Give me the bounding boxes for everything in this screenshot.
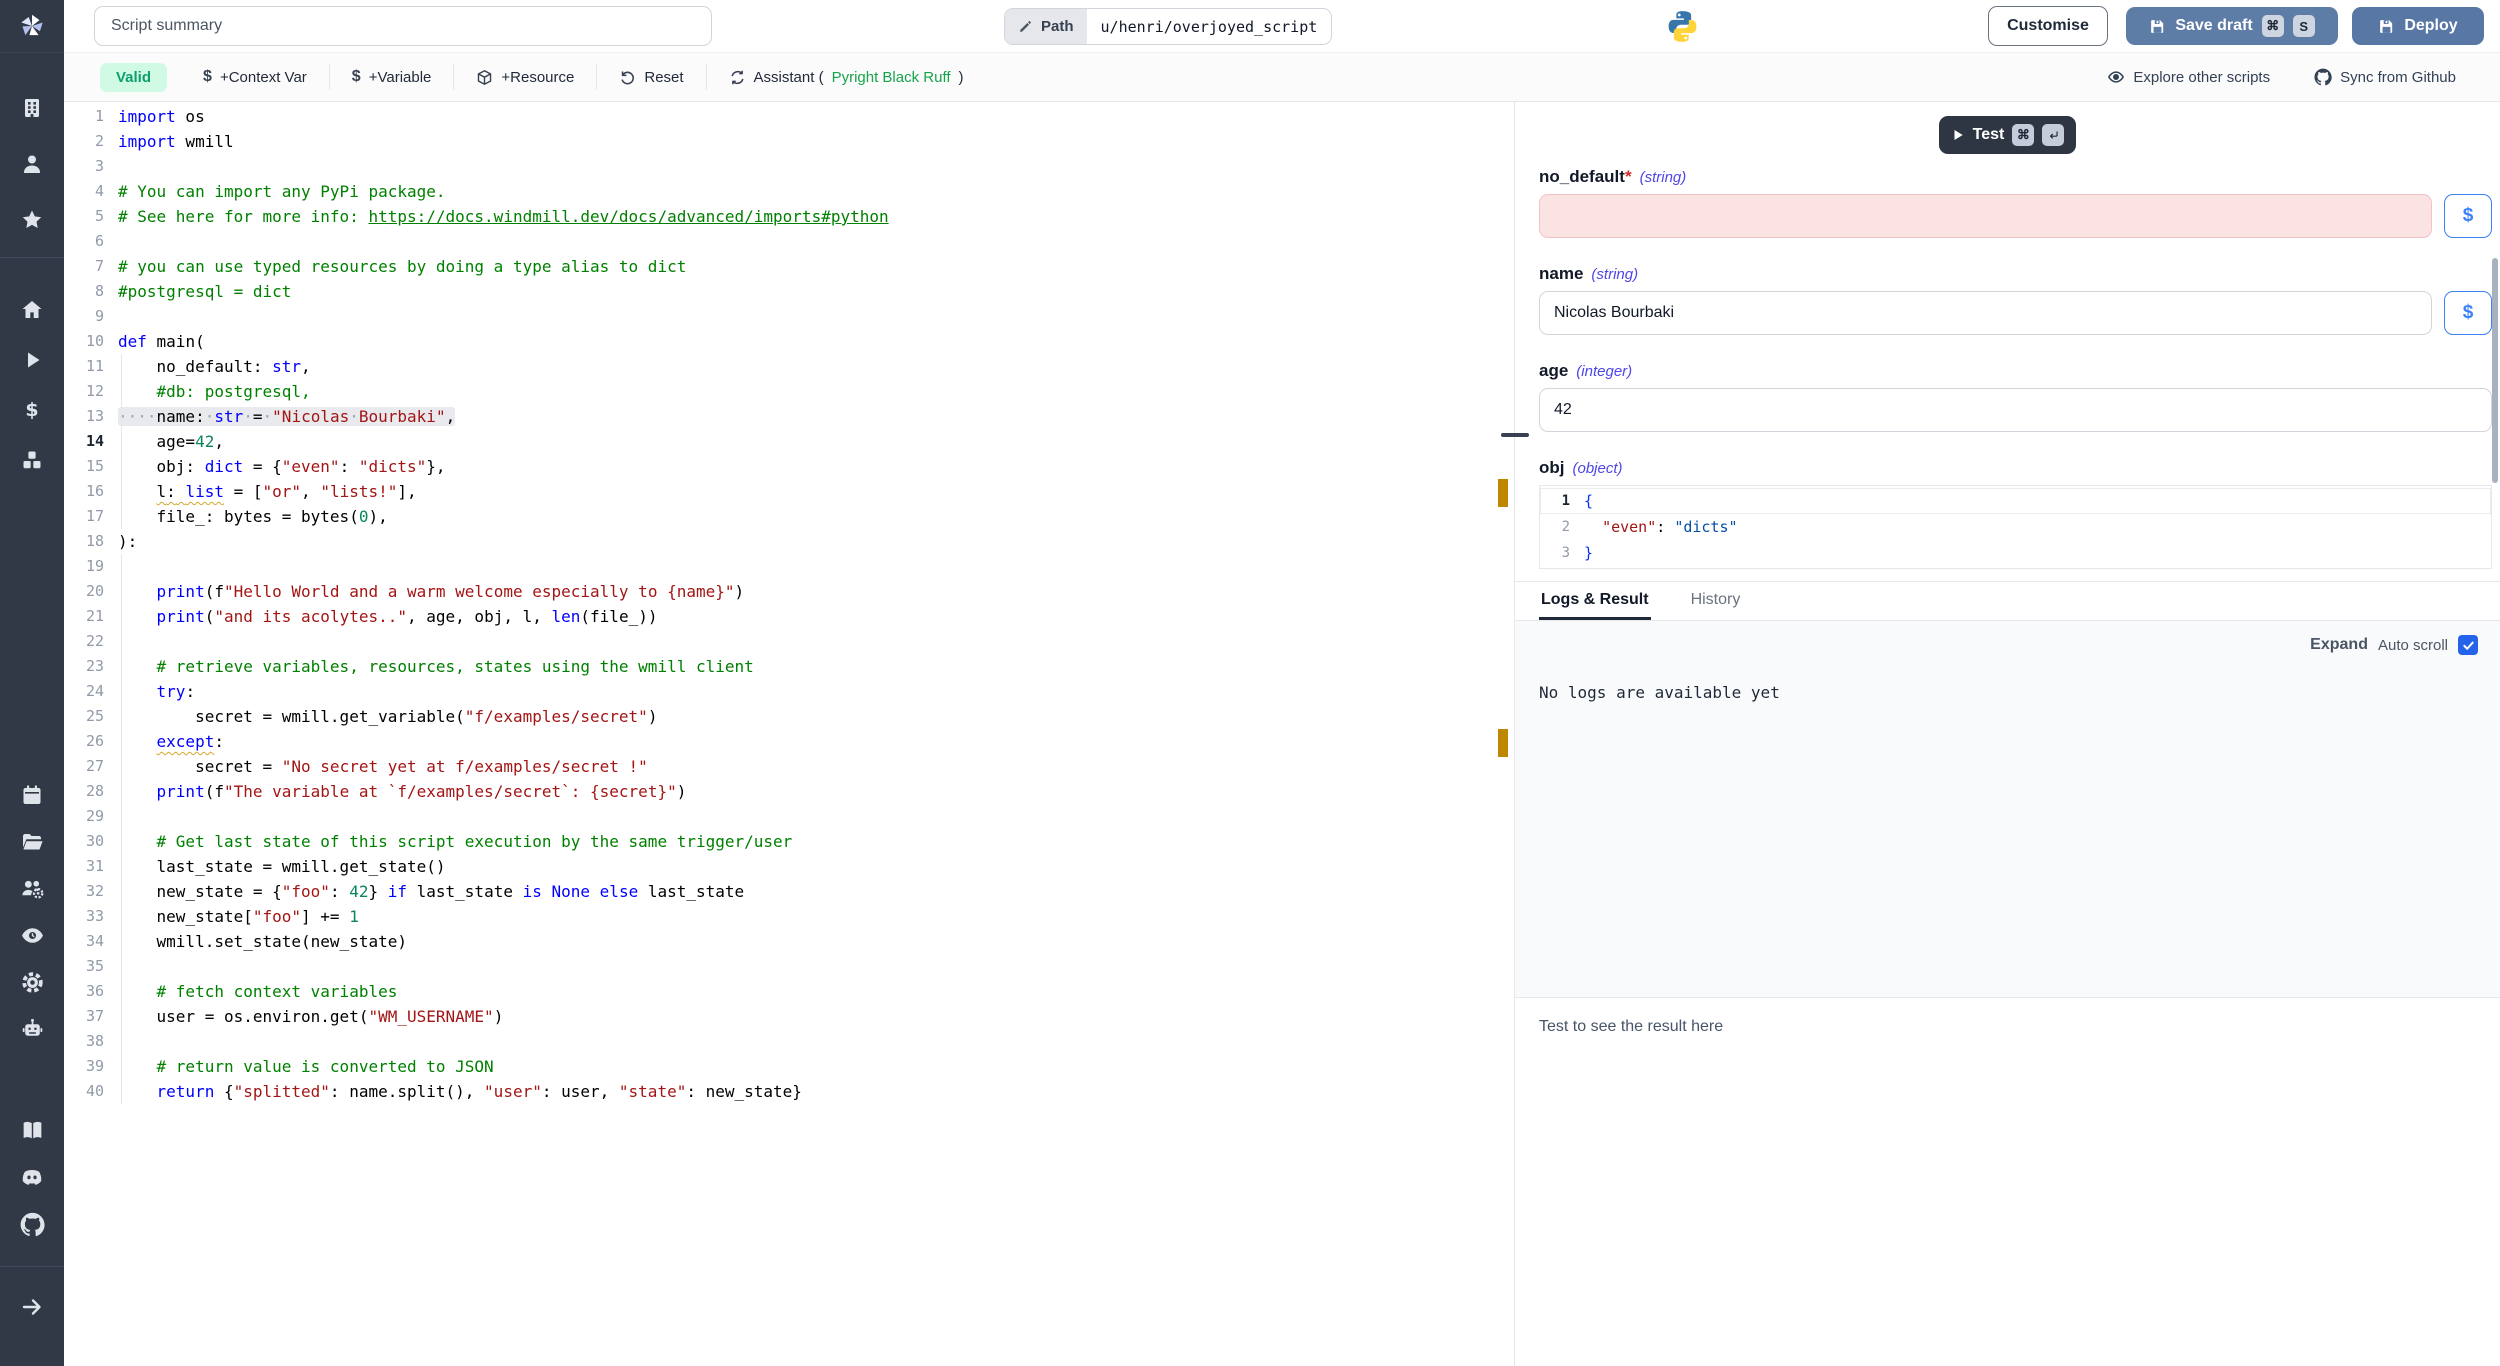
path-value: u/henri/overjoyed_script <box>1087 9 1332 44</box>
sidebar: $ <box>0 0 64 1366</box>
save-icon <box>2378 18 2395 35</box>
autoscroll-checkbox[interactable] <box>2458 635 2478 655</box>
path-field[interactable]: Path u/henri/overjoyed_script <box>1004 8 1332 45</box>
schedules-calendar-icon[interactable] <box>0 771 64 818</box>
add-resource-button[interactable]: +Resource <box>454 69 596 86</box>
workers-gear-icon[interactable] <box>0 959 64 1006</box>
variables-dollar-icon[interactable]: $ <box>0 385 64 435</box>
svg-text:$: $ <box>25 399 38 421</box>
workspace-building-icon[interactable] <box>0 80 64 136</box>
refresh-icon <box>729 69 746 86</box>
home-icon[interactable] <box>0 285 64 335</box>
add-context-var-button[interactable]: $ +Context Var <box>181 68 329 86</box>
panel-resize-handle[interactable] <box>1501 433 1529 437</box>
customise-button[interactable]: Customise <box>1988 6 2108 46</box>
sidebar-divider <box>0 257 64 258</box>
resources-cubes-icon[interactable] <box>0 435 64 485</box>
indent-guide <box>121 554 122 1104</box>
expand-arrow-right-icon[interactable] <box>0 1283 64 1330</box>
user-icon[interactable] <box>0 136 64 192</box>
explore-scripts-button[interactable]: Explore other scripts <box>2085 68 2292 86</box>
obj-json-editor[interactable]: 1{2 "even": "dicts"3} <box>1539 485 2492 569</box>
runs-play-icon[interactable] <box>0 335 64 385</box>
check-icon <box>2462 639 2475 652</box>
indent-guide <box>121 354 122 529</box>
no-default-input[interactable] <box>1539 194 2432 238</box>
eye-icon <box>2107 68 2125 86</box>
dollar-icon: $ <box>203 68 212 86</box>
obj-editor-lines: 1{2 "even": "dicts"3} <box>1540 488 2491 566</box>
package-icon <box>476 69 493 86</box>
field-type: (string) <box>1640 169 1687 186</box>
field-label-age: age <box>1539 361 1568 381</box>
cmd-key-badge: ⌘ <box>2012 124 2034 146</box>
result-tabs: Logs & Result History <box>1515 582 2500 621</box>
field-label-name: name <box>1539 264 1583 284</box>
windmill-logo-icon[interactable] <box>0 0 64 53</box>
sync-github-button[interactable]: Sync from Github <box>2292 68 2478 86</box>
tab-logs-result[interactable]: Logs & Result <box>1539 582 1651 620</box>
audit-eye-icon[interactable] <box>0 912 64 959</box>
name-input[interactable] <box>1539 291 2432 335</box>
ai-robot-icon[interactable] <box>0 1006 64 1053</box>
s-key-badge: S <box>2293 15 2315 37</box>
insert-variable-button[interactable]: $ <box>2444 194 2492 238</box>
script-summary-input[interactable] <box>94 6 712 46</box>
reset-button[interactable]: Reset <box>597 69 705 86</box>
github-icon <box>2314 68 2332 86</box>
warning-marker <box>1498 479 1508 507</box>
test-button[interactable]: Test ⌘ <box>1939 116 2077 154</box>
favorites-star-icon[interactable] <box>0 192 64 248</box>
field-type: (integer) <box>1576 363 1632 380</box>
logs-area: Expand Auto scroll No logs are available… <box>1515 621 2500 997</box>
save-icon <box>2149 18 2166 35</box>
save-draft-button[interactable]: Save draft ⌘S <box>2126 7 2338 45</box>
preview-panel: Test ⌘ no_default* (string) $ <box>1515 102 2500 1366</box>
autoscroll-label: Auto scroll <box>2378 637 2448 654</box>
assistant-button[interactable]: Assistant (Pyright Black Ruff) <box>707 69 986 86</box>
python-logo-icon <box>1664 8 1701 45</box>
insert-variable-button[interactable]: $ <box>2444 291 2492 335</box>
docs-book-icon[interactable] <box>0 1107 64 1154</box>
required-asterisk: * <box>1625 167 1632 186</box>
field-type: (object) <box>1573 460 1623 477</box>
app-window: $ <box>0 0 2500 1366</box>
editor-toolbar: Valid $ +Context Var $ +Variable +Resour… <box>64 53 2500 102</box>
dollar-icon: $ <box>352 68 361 86</box>
code-editor[interactable]: 1import os2import wmill34# You can impor… <box>64 102 1515 1366</box>
age-input[interactable] <box>1539 388 2492 432</box>
reset-icon <box>619 69 636 86</box>
validity-badge: Valid <box>100 63 167 92</box>
cmd-key-badge: ⌘ <box>2262 15 2284 37</box>
enter-key-badge <box>2042 124 2064 146</box>
field-label-no-default: no_default* <box>1539 167 1632 187</box>
github-icon[interactable] <box>0 1201 64 1248</box>
expand-button[interactable]: Expand <box>2310 636 2368 654</box>
field-label-obj: obj <box>1539 458 1565 478</box>
no-logs-message: No logs are available yet <box>1539 683 2478 702</box>
warning-marker <box>1498 729 1508 757</box>
play-icon <box>1951 128 1965 142</box>
arguments-form: no_default* (string) $ name (string) <box>1515 154 2500 569</box>
sidebar-divider <box>0 1266 64 1267</box>
groups-users-gear-icon[interactable] <box>0 865 64 912</box>
discord-icon[interactable] <box>0 1154 64 1201</box>
result-area: Test to see the result here <box>1515 997 2500 1366</box>
result-placeholder: Test to see the result here <box>1539 1018 1723 1035</box>
assistant-linters: Pyright Black Ruff <box>832 69 951 86</box>
add-variable-button[interactable]: $ +Variable <box>330 68 454 86</box>
code-lines: 1import os2import wmill34# You can impor… <box>64 104 1514 1104</box>
top-bar: Path u/henri/overjoyed_script Customise … <box>64 0 2500 53</box>
field-type: (string) <box>1591 266 1638 283</box>
folders-icon[interactable] <box>0 818 64 865</box>
panel-scrollbar-thumb[interactable] <box>2492 258 2498 483</box>
deploy-button[interactable]: Deploy <box>2352 7 2484 45</box>
path-label: Path <box>1005 9 1087 44</box>
pencil-icon <box>1018 19 1033 34</box>
tab-history[interactable]: History <box>1689 582 1743 620</box>
